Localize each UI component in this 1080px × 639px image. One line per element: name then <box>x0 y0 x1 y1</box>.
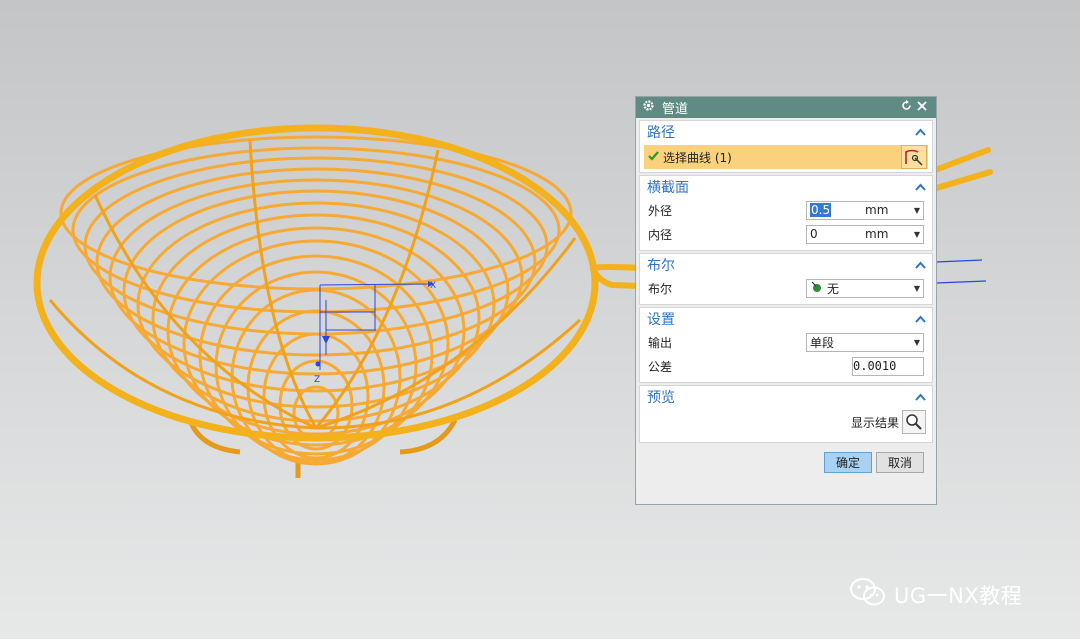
cancel-button[interactable]: 取消 <box>876 452 924 473</box>
chevron-down-icon[interactable]: ▼ <box>911 230 923 239</box>
outer-diameter-value[interactable]: 0.5 <box>810 203 832 217</box>
outer-diameter-row: 外径 0.5 mm ▼ <box>640 198 932 222</box>
section-settings-header[interactable]: 设置 <box>640 308 932 330</box>
show-result-row: 显示结果 <box>640 408 932 442</box>
chevron-up-icon[interactable] <box>915 313 926 326</box>
output-row: 输出 单段 ▼ <box>640 330 932 354</box>
close-icon[interactable] <box>914 100 930 115</box>
checkmark-icon <box>648 150 659 164</box>
output-label: 输出 <box>648 335 673 350</box>
magnifier-icon <box>906 414 922 430</box>
chevron-up-icon[interactable] <box>915 181 926 194</box>
section-boolean: 布尔 布尔 无 ▼ <box>639 253 933 305</box>
section-path-title: 路径 <box>647 125 675 141</box>
inner-diameter-value[interactable]: 0 <box>807 227 865 241</box>
outer-diameter-input[interactable]: 0.5 mm ▼ <box>806 200 924 220</box>
select-curve-row[interactable]: 选择曲线 (1) <box>644 145 928 169</box>
watermark-text: UG一NX教程 <box>894 583 1023 608</box>
chevron-up-icon[interactable] <box>915 259 926 272</box>
wechat-icon <box>848 576 888 613</box>
boolean-select[interactable]: 无 ▼ <box>806 278 924 298</box>
section-settings-title: 设置 <box>647 312 675 328</box>
axis-z-label: Z <box>314 375 320 385</box>
chevron-up-icon[interactable] <box>915 126 926 139</box>
section-path: 路径 选择曲线 (1) <box>639 120 933 173</box>
section-path-header[interactable]: 路径 <box>640 121 932 143</box>
section-preview-header[interactable]: 预览 <box>640 386 932 408</box>
gear-icon <box>642 99 655 116</box>
watermark: UG一NX教程 <box>848 576 1022 613</box>
section-preview: 预览 显示结果 <box>639 385 933 443</box>
chevron-down-icon[interactable]: ▼ <box>911 284 923 293</box>
inner-diameter-unit[interactable]: mm <box>865 227 911 241</box>
tolerance-row: 公差 0.0010 <box>640 354 932 378</box>
outer-diameter-label: 外径 <box>648 203 673 218</box>
section-cross-section: 横截面 外径 0.5 mm ▼ 内径 0 mm ▼ <box>639 175 933 251</box>
curve-selection-icon[interactable] <box>901 145 927 169</box>
axis-x-label: X <box>430 281 436 291</box>
section-cross-section-title: 横截面 <box>647 180 689 196</box>
section-preview-title: 预览 <box>647 390 675 406</box>
show-result-label: 显示结果 <box>850 415 899 430</box>
boolean-label: 布尔 <box>648 281 673 296</box>
section-boolean-header[interactable]: 布尔 <box>640 254 932 276</box>
section-boolean-title: 布尔 <box>647 258 675 274</box>
boolean-row: 布尔 无 ▼ <box>640 276 932 300</box>
select-curve-label: 选择曲线 (1) <box>663 150 732 165</box>
tube-dialog: 管道 路径 选择曲线 (1) 横截面 外径 0.5 mm ▼ 内径 0 mm ▼… <box>635 96 937 505</box>
dialog-titlebar[interactable]: 管道 <box>636 97 936 118</box>
inner-diameter-row: 内径 0 mm ▼ <box>640 222 932 246</box>
tolerance-label: 公差 <box>648 359 673 374</box>
chevron-down-icon[interactable]: ▼ <box>911 338 923 347</box>
chevron-down-icon[interactable]: ▼ <box>911 206 923 215</box>
output-select[interactable]: 单段 ▼ <box>806 332 924 352</box>
boolean-none-icon <box>807 281 824 296</box>
dialog-title: 管道 <box>662 102 689 117</box>
outer-diameter-unit[interactable]: mm <box>865 203 911 217</box>
ok-button[interactable]: 确定 <box>824 452 872 473</box>
chevron-up-icon[interactable] <box>915 391 926 404</box>
show-result-button[interactable] <box>902 410 926 434</box>
inner-diameter-label: 内径 <box>648 227 673 242</box>
inner-diameter-input[interactable]: 0 mm ▼ <box>806 224 924 244</box>
output-value[interactable]: 单段 <box>807 334 911 351</box>
reset-icon[interactable] <box>898 100 914 115</box>
section-settings: 设置 输出 单段 ▼ 公差 0.0010 <box>639 307 933 383</box>
dialog-footer: 确定 取消 <box>636 443 936 473</box>
boolean-value[interactable]: 无 <box>824 280 911 297</box>
section-cross-section-header[interactable]: 横截面 <box>640 176 932 198</box>
tolerance-input[interactable]: 0.0010 <box>852 356 924 376</box>
